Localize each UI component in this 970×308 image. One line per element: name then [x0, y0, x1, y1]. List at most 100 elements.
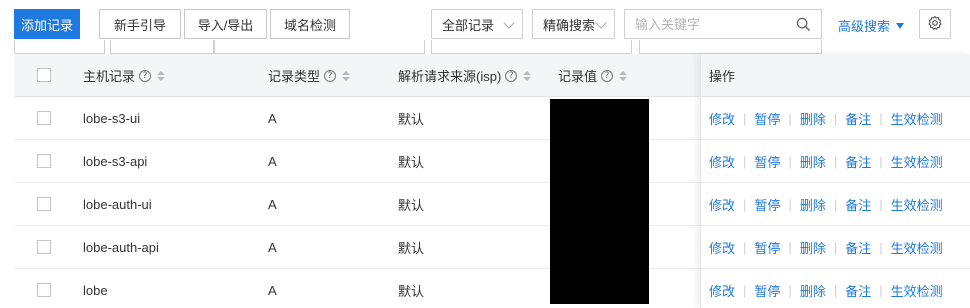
sort-icon[interactable]: [619, 70, 628, 81]
host-cell: lobe-auth-api: [83, 240, 159, 255]
hidden-filter-field: [110, 40, 214, 54]
host-header-label: 主机记录: [83, 69, 136, 84]
pause-link[interactable]: 暂停: [754, 195, 780, 214]
action-separator: |: [833, 197, 838, 212]
search-input[interactable]: [625, 10, 821, 38]
pause-link[interactable]: 暂停: [754, 152, 780, 171]
type-header-label: 记录类型: [268, 69, 321, 84]
hidden-filter-field: [431, 40, 632, 54]
toolbar: 添加记录 新手引导 导入/导出 域名检测 全部记录 精确搜索 高级搜索: [0, 0, 970, 56]
check-effect-link[interactable]: 生效检测: [891, 109, 943, 128]
search-icon[interactable]: [796, 17, 811, 35]
action-separator: |: [879, 240, 883, 255]
actions-column-header: 操作: [709, 69, 736, 84]
delete-link[interactable]: 删除: [800, 281, 826, 300]
value-header-label: 记录值: [558, 69, 598, 84]
pause-link[interactable]: 暂停: [754, 109, 780, 128]
type-column-header: 记录类型 ?: [268, 54, 351, 97]
search-mode-select[interactable]: 精确搜索: [532, 9, 615, 39]
pause-link[interactable]: 暂停: [754, 281, 780, 300]
isp-cell: 默认: [398, 284, 425, 299]
table-row: lobe-auth-api A 默认 修改 | 暂停 | 删除 | 备注 | 生效检测: [14, 226, 970, 269]
row-checkbox[interactable]: [37, 154, 51, 168]
action-separator: |: [879, 197, 883, 212]
row-actions: 修改 | 暂停 | 删除 | 备注 | 生效检测: [709, 226, 943, 269]
host-column-header[interactable]: 主机记录 ?: [83, 54, 166, 97]
delete-link[interactable]: 删除: [800, 195, 826, 214]
import-export-button[interactable]: 导入/导出: [184, 9, 267, 39]
edit-link[interactable]: 修改: [709, 281, 735, 300]
row-actions: 修改 | 暂停 | 删除 | 备注 | 生效检测: [709, 140, 943, 183]
type-cell: A: [268, 283, 277, 298]
action-separator: |: [833, 283, 838, 298]
table-row: lobe-auth-ui A 默认 修改 | 暂停 | 删除 | 备注 | 生效检测: [14, 183, 970, 226]
isp-cell: 默认: [398, 198, 425, 213]
action-separator: |: [743, 283, 747, 298]
sort-icon[interactable]: [523, 70, 532, 81]
row-actions: 修改 | 暂停 | 删除 | 备注 | 生效检测: [709, 269, 943, 308]
check-effect-link[interactable]: 生效检测: [891, 195, 943, 214]
isp-column-header: 解析请求来源(isp) ?: [398, 54, 532, 97]
sort-icon[interactable]: [157, 70, 166, 81]
delete-link[interactable]: 删除: [800, 238, 826, 257]
pause-link[interactable]: 暂停: [754, 238, 780, 257]
help-icon[interactable]: ?: [324, 69, 337, 82]
row-actions: 修改 | 暂停 | 删除 | 备注 | 生效检测: [709, 183, 943, 226]
delete-link[interactable]: 删除: [800, 109, 826, 128]
check-effect-link[interactable]: 生效检测: [891, 281, 943, 300]
caret-down-icon: [896, 22, 905, 29]
row-checkbox[interactable]: [37, 197, 51, 211]
advanced-search-link[interactable]: 高级搜索: [838, 16, 905, 35]
action-separator: |: [743, 240, 747, 255]
check-effect-link[interactable]: 生效检测: [891, 152, 943, 171]
note-link[interactable]: 备注: [845, 109, 871, 128]
row-checkbox[interactable]: [37, 240, 51, 254]
domain-check-button[interactable]: 域名检测: [270, 9, 350, 39]
advanced-search-label: 高级搜索: [838, 19, 891, 34]
help-icon[interactable]: ?: [505, 69, 518, 82]
row-checkbox[interactable]: [37, 283, 51, 297]
action-separator: |: [879, 283, 883, 298]
edit-link[interactable]: 修改: [709, 195, 735, 214]
type-cell: A: [268, 197, 277, 212]
redacted-record-values: [550, 99, 649, 304]
select-all-checkbox[interactable]: [37, 68, 51, 82]
type-cell: A: [268, 154, 277, 169]
note-link[interactable]: 备注: [845, 152, 871, 171]
help-icon[interactable]: ?: [139, 69, 152, 82]
isp-header-label: 解析请求来源(isp): [398, 69, 502, 84]
action-separator: |: [788, 283, 792, 298]
search-mode-value: 精确搜索: [543, 17, 596, 33]
table-row: lobe-s3-ui A 默认 修改 | 暂停 | 删除 | 备注 | 生效检测: [14, 97, 970, 140]
isp-cell: 默认: [398, 155, 425, 170]
table-row: lobe-s3-api A 默认 修改 | 暂停 | 删除 | 备注 | 生效检测: [14, 140, 970, 183]
check-effect-link[interactable]: 生效检测: [891, 238, 943, 257]
type-cell: A: [268, 240, 277, 255]
action-separator: |: [833, 240, 838, 255]
search-box: [624, 9, 822, 39]
action-separator: |: [788, 154, 792, 169]
settings-button[interactable]: [919, 9, 951, 39]
edit-link[interactable]: 修改: [709, 109, 735, 128]
table-row: lobe A 默认 修改 | 暂停 | 删除 | 备注 | 生效检测: [14, 269, 970, 308]
gear-icon: [927, 15, 943, 34]
action-separator: |: [743, 154, 747, 169]
guide-button[interactable]: 新手引导: [99, 9, 181, 39]
note-link[interactable]: 备注: [845, 281, 871, 300]
hidden-filter-field: [14, 40, 105, 54]
dns-records-table: 主机记录 ? 记录类型 ? 解析请求来源(isp) ? 记录值 ? 操作 lob…: [14, 54, 970, 308]
edit-link[interactable]: 修改: [709, 152, 735, 171]
action-separator: |: [788, 240, 792, 255]
sort-icon[interactable]: [342, 70, 351, 81]
record-filter-value: 全部记录: [442, 17, 495, 33]
row-checkbox[interactable]: [37, 111, 51, 125]
hidden-filter-field: [214, 40, 425, 54]
help-icon[interactable]: ?: [601, 69, 614, 82]
note-link[interactable]: 备注: [845, 238, 871, 257]
record-filter-select[interactable]: 全部记录: [431, 9, 523, 39]
note-link[interactable]: 备注: [845, 195, 871, 214]
edit-link[interactable]: 修改: [709, 238, 735, 257]
add-record-button[interactable]: 添加记录: [14, 9, 80, 39]
delete-link[interactable]: 删除: [800, 152, 826, 171]
value-column-header: 记录值 ?: [558, 54, 628, 97]
